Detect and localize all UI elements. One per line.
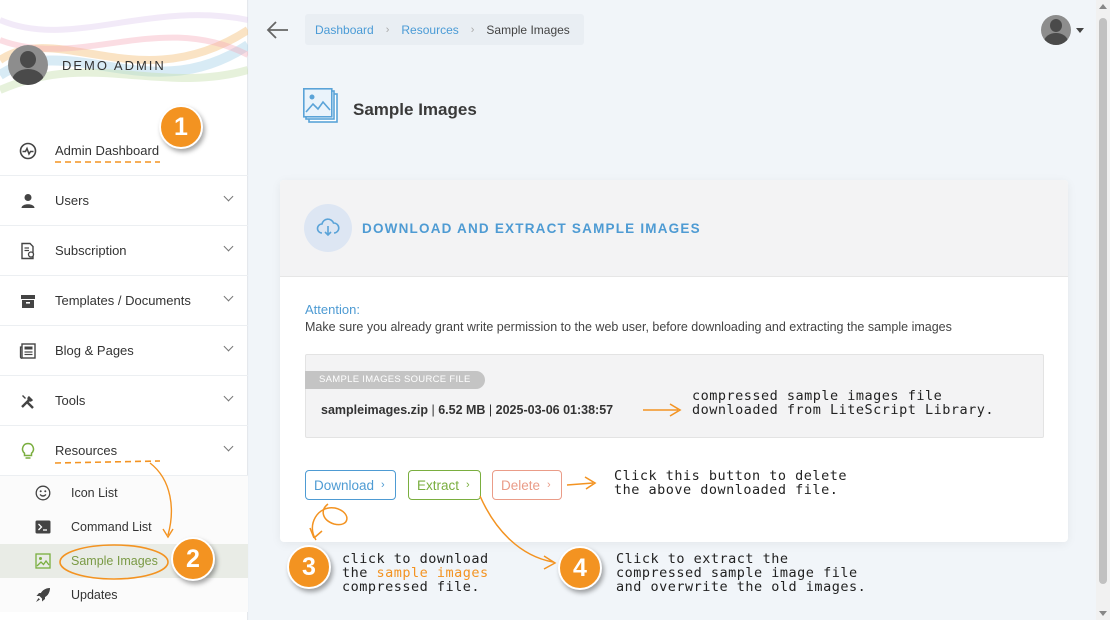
download-button-label: Download [314, 477, 375, 493]
breadcrumb: Dashboard › Resources › Sample Images [305, 14, 584, 45]
file-size: 6.52 MB [438, 403, 486, 417]
archive-icon [18, 291, 38, 311]
chevron-down-icon [223, 291, 234, 302]
main-content: Dashboard › Resources › Sample Images Sa… [249, 0, 1096, 620]
sidebar-subitem-icon-list[interactable]: Icon List [0, 476, 248, 510]
images-icon [303, 88, 341, 131]
sidebar-item-resources[interactable]: Resources [0, 426, 248, 476]
delete-button[interactable]: Delete › [492, 470, 562, 500]
card-header: DOWNLOAD AND EXTRACT SAMPLE IMAGES [280, 180, 1068, 277]
sidebar-item-blog-pages[interactable]: Blog & Pages [0, 326, 248, 376]
scrollbar-thumb[interactable] [1099, 18, 1107, 584]
back-arrow-icon[interactable] [265, 18, 291, 42]
newspaper-icon [18, 341, 38, 361]
source-file-box: SAMPLE IMAGES SOURCE FILE sampleimages.z… [305, 354, 1044, 438]
page-header: Sample Images [303, 88, 477, 131]
scroll-down-icon[interactable] [1099, 611, 1107, 616]
sidebar-item-label: Users [55, 193, 89, 208]
scroll-up-icon[interactable] [1099, 4, 1107, 9]
breadcrumb-resources[interactable]: Resources [401, 23, 458, 37]
chevron-down-icon [223, 391, 234, 402]
attention-label: Attention: [305, 302, 360, 317]
avatar [1041, 15, 1071, 45]
sidebar-item-users[interactable]: Users [0, 176, 248, 226]
breadcrumb-dashboard[interactable]: Dashboard [315, 23, 374, 37]
chevron-down-icon [223, 441, 234, 452]
sidebar-subitem-label: Sample Images [71, 554, 158, 568]
sidebar-subitem-label: Updates [71, 588, 118, 602]
sidebar-item-label: Tools [55, 393, 86, 408]
image-icon [34, 552, 52, 570]
user-menu[interactable] [1041, 15, 1084, 45]
attention-message: Make sure you already grant write permis… [305, 320, 952, 334]
sidebar-item-label: Blog & Pages [55, 343, 134, 358]
sidebar-subitem-label: Icon List [71, 486, 118, 500]
resources-submenu: Icon List Command List Sample Images Upd… [0, 476, 248, 612]
subscription-icon [18, 241, 38, 261]
caret-down-icon [1076, 27, 1084, 33]
cloud-download-icon [304, 204, 352, 252]
chevron-right-icon: › [547, 479, 551, 491]
download-button[interactable]: Download › [305, 470, 396, 500]
lightbulb-icon [18, 441, 38, 461]
sidebar-item-tools[interactable]: Tools [0, 376, 248, 426]
rocket-icon [34, 586, 52, 604]
scrollbar[interactable] [1096, 0, 1110, 620]
breadcrumb-current: Sample Images [486, 22, 570, 37]
sample-images-card: DOWNLOAD AND EXTRACT SAMPLE IMAGES Atten… [280, 180, 1068, 542]
chevron-right-icon: › [381, 479, 385, 491]
source-file-tag: SAMPLE IMAGES SOURCE FILE [305, 371, 485, 389]
sidebar-item-label: Resources [55, 443, 118, 458]
sidebar-nav: Admin Dashboard Users Subscription Templ… [0, 126, 248, 612]
sidebar-item-label: Templates / Documents [55, 293, 191, 308]
sidebar-item-subscription[interactable]: Subscription [0, 226, 248, 276]
delete-button-label: Delete [501, 477, 541, 493]
file-date: 2025-03-06 01:38:57 [495, 403, 614, 417]
extract-button[interactable]: Extract › [408, 470, 481, 500]
profile-name: DEMO ADMIN [62, 58, 166, 73]
chevron-right-icon: › [466, 479, 470, 491]
sidebar: DEMO ADMIN Admin Dashboard Users Subscri… [0, 0, 248, 620]
chevron-down-icon [223, 241, 234, 252]
chevron-down-icon [223, 341, 234, 352]
chevron-right-icon: › [385, 23, 390, 36]
sidebar-subitem-label: Command List [71, 520, 152, 534]
terminal-icon [34, 518, 52, 536]
chevron-right-icon: › [470, 23, 475, 36]
sidebar-subitem-sample-images[interactable]: Sample Images [0, 544, 248, 578]
file-name: sampleimages.zip [321, 403, 428, 417]
sidebar-subitem-command-list[interactable]: Command List [0, 510, 248, 544]
tools-icon [18, 391, 38, 411]
card-title: DOWNLOAD AND EXTRACT SAMPLE IMAGES [362, 220, 701, 236]
page-title: Sample Images [353, 99, 477, 119]
smiley-icon [34, 484, 52, 502]
sidebar-item-label: Admin Dashboard [55, 143, 160, 158]
extract-button-label: Extract [417, 477, 460, 493]
user-icon [18, 191, 38, 211]
sidebar-item-label: Subscription [55, 243, 127, 258]
dashboard-icon [18, 141, 38, 161]
top-bar: Dashboard › Resources › Sample Images [249, 0, 1096, 60]
sidebar-item-admin-dashboard[interactable]: Admin Dashboard [0, 126, 248, 176]
source-file-info: sampleimages.zip | 6.52 MB | 2025-03-06 … [321, 403, 614, 417]
chevron-down-icon [223, 191, 234, 202]
sidebar-subitem-updates[interactable]: Updates [0, 578, 248, 612]
sidebar-profile: DEMO ADMIN [0, 0, 248, 110]
sidebar-item-templates-documents[interactable]: Templates / Documents [0, 276, 248, 326]
avatar [8, 45, 48, 85]
